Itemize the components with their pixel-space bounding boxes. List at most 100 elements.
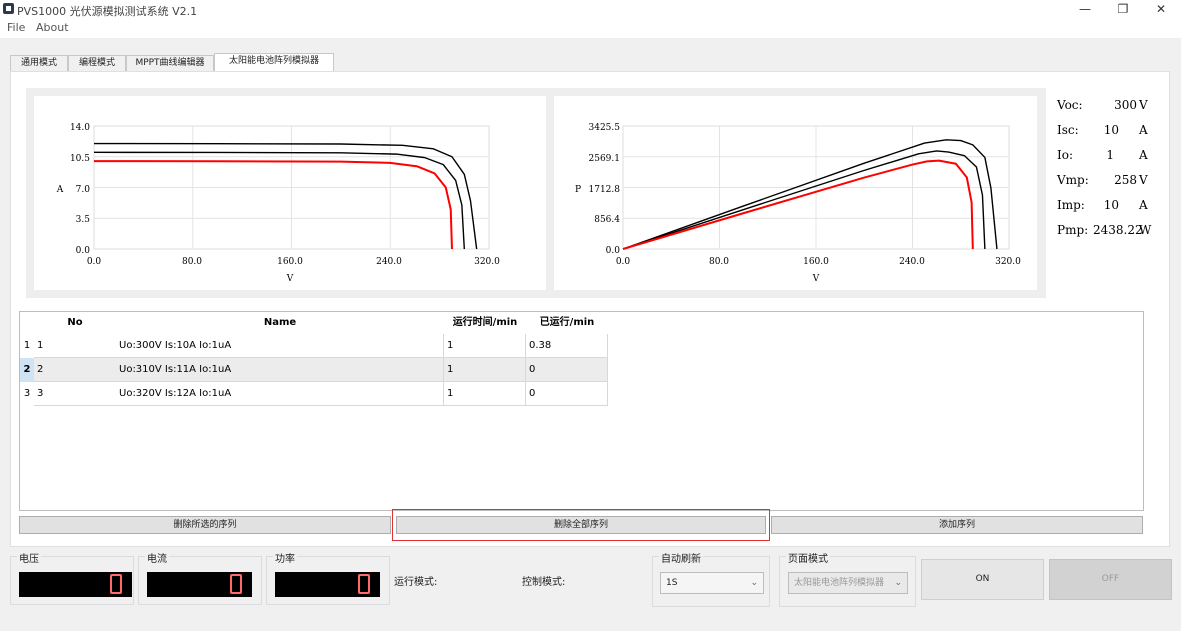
add-sequence-button[interactable]: 添加序列	[771, 516, 1143, 534]
param-unit: A	[1139, 148, 1148, 162]
tab-general-mode[interactable]: 通用模式	[10, 55, 68, 71]
cell-no[interactable]: 2	[37, 358, 43, 382]
pv-ytick-4: 3425.5	[589, 123, 621, 133]
pv-xtick-2: 160.0	[803, 257, 829, 267]
param-value: 1	[1106, 148, 1114, 162]
cell-name[interactable]: Uo:310V Is:11A Io:1uA	[119, 358, 231, 382]
pv-xtick-4: 320.0	[995, 257, 1021, 267]
pv-ytick-0: 0.0	[606, 246, 621, 256]
auto-refresh-label: 自动刷新	[659, 550, 703, 565]
close-button[interactable]: ✕	[1141, 0, 1181, 20]
menu-file[interactable]: File	[7, 21, 25, 34]
cell-name[interactable]: Uo:320V Is:12A Io:1uA	[119, 382, 231, 406]
col-header-elapsed[interactable]: 已运行/min	[526, 312, 608, 334]
cell-elapsed[interactable]: 0	[529, 382, 535, 406]
param-value: 300	[1114, 98, 1137, 112]
power-display	[275, 572, 380, 597]
app-icon	[3, 3, 14, 14]
tab-solar-array-simulator[interactable]: 太阳能电池阵列模拟器	[214, 53, 334, 71]
iv-ytick-0: 0.0	[76, 246, 91, 256]
auto-refresh-select[interactable]: 1S ⌄	[660, 572, 764, 594]
row-header[interactable]: 2	[20, 358, 34, 382]
param-unit: W	[1139, 223, 1152, 237]
iv-xlabel: V	[286, 274, 294, 284]
pv-chart-area: 0.0 856.4 1712.8 2569.1 3425.5 0.0 80.0 …	[554, 96, 1037, 290]
col-header-run-time[interactable]: 运行时间/min	[444, 312, 526, 334]
voltage-group: 电压	[10, 550, 134, 605]
iv-series-line-2	[93, 151, 466, 250]
power-label: 功率	[273, 550, 297, 565]
control-mode-label: 控制模式:	[522, 577, 566, 588]
pv-xlabel: V	[812, 274, 820, 284]
col-divider	[525, 334, 526, 406]
tab-programming-mode[interactable]: 编程模式	[68, 55, 126, 71]
col-divider	[443, 334, 444, 406]
page-mode-group: 页面模式 太阳能电池阵列模拟器 ⌄	[779, 550, 916, 607]
pv-series-line-3	[622, 159, 974, 250]
pv-ytick-1: 856.4	[594, 215, 620, 225]
digit-zero-icon	[110, 574, 122, 594]
iv-ytick-3: 10.5	[70, 154, 90, 164]
param-value: 10	[1103, 123, 1119, 137]
cell-run-time[interactable]: 1	[447, 334, 453, 358]
page-mode-select[interactable]: 太阳能电池阵列模拟器 ⌄	[788, 572, 908, 594]
cell-no[interactable]: 1	[37, 334, 43, 358]
col-header-no[interactable]: No	[34, 312, 116, 334]
iv-ytick-4: 14.0	[70, 123, 90, 133]
page-mode-label: 页面模式	[786, 550, 830, 565]
iv-ylabel: A	[56, 185, 64, 195]
cell-no[interactable]: 3	[37, 382, 43, 406]
param-label: Voc:	[1057, 98, 1083, 112]
iv-chart-panel: 0.0 3.5 7.0 10.5 14.0 0.0 80.0 160.0 240…	[26, 88, 556, 298]
delete-all-button[interactable]: 删除全部序列	[396, 516, 766, 534]
iv-xtick-3: 240.0	[376, 257, 402, 267]
pv-series-line-2	[622, 150, 986, 250]
iv-series-line-1	[93, 142, 478, 250]
tab-mppt-editor[interactable]: MPPT曲线编辑器	[126, 55, 214, 71]
sequence-table: No Name 运行时间/min 已运行/min 1 1 Uo:300V Is:…	[19, 311, 1144, 511]
cell-name[interactable]: Uo:300V Is:10A Io:1uA	[119, 334, 231, 358]
cell-run-time[interactable]: 1	[447, 382, 453, 406]
row-header[interactable]: 1	[20, 334, 34, 358]
restore-button[interactable]: ❐	[1103, 0, 1143, 20]
tab-strip: 通用模式 编程模式 MPPT曲线编辑器 太阳能电池阵列模拟器	[0, 38, 1181, 72]
window-title: PVS1000 光伏源模拟测试系统 V2.1	[17, 5, 198, 18]
cell-elapsed[interactable]: 0.38	[529, 334, 551, 358]
current-group: 电流	[138, 550, 262, 605]
voltage-label: 电压	[17, 550, 41, 565]
auto-refresh-value: 1S	[666, 578, 678, 588]
col-divider	[607, 334, 608, 406]
param-unit: V	[1139, 98, 1148, 112]
iv-series-line-3	[93, 160, 453, 250]
cell-elapsed[interactable]: 0	[529, 358, 535, 382]
delete-selected-button[interactable]: 删除所选的序列	[19, 516, 391, 534]
pv-ylabel: P	[575, 185, 581, 195]
iv-xtick-2: 160.0	[277, 257, 303, 267]
title-bar: PVS1000 光伏源模拟测试系统 V2.1 — ❐ ✕	[0, 0, 1181, 20]
param-label: Pmp:	[1057, 223, 1089, 237]
iv-ytick-1: 3.5	[76, 215, 91, 225]
on-button[interactable]: ON	[921, 559, 1044, 600]
run-mode-label: 运行模式:	[394, 577, 438, 588]
pv-xtick-3: 240.0	[899, 257, 925, 267]
chevron-down-icon: ⌄	[750, 578, 758, 588]
pv-ytick-2: 1712.8	[589, 185, 621, 195]
auto-refresh-group: 自动刷新 1S ⌄	[652, 550, 770, 607]
page-mode-value: 太阳能电池阵列模拟器	[794, 578, 885, 588]
iv-chart: 0.0 3.5 7.0 10.5 14.0 0.0 80.0 160.0 240…	[56, 123, 500, 284]
minimize-button[interactable]: —	[1065, 0, 1105, 20]
param-unit: V	[1139, 173, 1148, 187]
param-label: Io:	[1057, 148, 1074, 162]
cell-run-time[interactable]: 1	[447, 358, 453, 382]
status-panel: 电压 电流 功率 运行模式: 控制模式: 自动刷新 1S ⌄ 页面模式 太阳能电…	[0, 548, 1181, 631]
menu-about[interactable]: About	[36, 21, 69, 34]
off-button[interactable]: OFF	[1049, 559, 1172, 600]
current-display	[147, 572, 252, 597]
pv-chart-panel: 0.0 856.4 1712.8 2569.1 3425.5 0.0 80.0 …	[546, 88, 1046, 298]
pv-xtick-1: 80.0	[709, 257, 729, 267]
param-label: Isc:	[1057, 123, 1079, 137]
param-unit: A	[1139, 198, 1148, 212]
row-header[interactable]: 3	[20, 382, 34, 406]
col-header-name[interactable]: Name	[116, 312, 444, 334]
iv-xtick-1: 80.0	[182, 257, 202, 267]
